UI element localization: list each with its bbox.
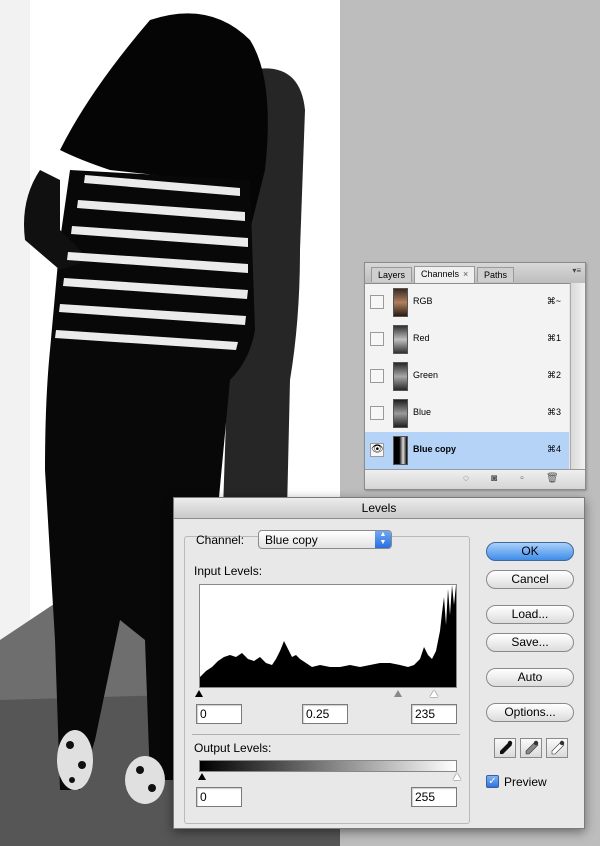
channel-shortcut: ⌘2: [546, 370, 561, 380]
dialog-title: Levels: [174, 498, 584, 519]
auto-button[interactable]: Auto: [486, 668, 574, 687]
gray-eyedropper-icon[interactable]: [520, 738, 542, 758]
channel-shortcut: ⌘4: [546, 444, 561, 454]
visibility-toggle[interactable]: [370, 369, 384, 383]
output-levels-label: Output Levels:: [194, 741, 272, 755]
options-button[interactable]: Options...: [486, 703, 574, 722]
output-white-field[interactable]: 255: [411, 787, 457, 807]
black-eyedropper-icon[interactable]: [494, 738, 516, 758]
levels-dialog: Levels Channel: Blue copy ▲ ▼ Input Level…: [173, 497, 585, 829]
channel-name: Green: [413, 370, 439, 380]
tab-channels[interactable]: Channels ×: [414, 266, 476, 283]
divider: [192, 734, 460, 735]
input-levels-label: Input Levels:: [194, 564, 263, 578]
channel-thumbnail: [393, 362, 408, 391]
panel-scrollbar[interactable]: [570, 283, 585, 470]
ok-button[interactable]: OK: [486, 542, 574, 561]
channel-name: Red: [413, 333, 430, 343]
channel-row-blue-copy[interactable]: 👁 Blue copy ⌘4: [365, 432, 569, 470]
tab-layers[interactable]: Layers: [371, 267, 413, 282]
channel-select-value: Blue copy: [265, 533, 318, 547]
channel-label: Channel:: [196, 533, 245, 547]
white-eyedropper-icon[interactable]: [546, 738, 568, 758]
input-gamma-field[interactable]: 0.25: [302, 704, 348, 724]
visibility-toggle[interactable]: [370, 295, 384, 309]
channel-row-rgb[interactable]: RGB ⌘~: [365, 284, 569, 322]
eye-icon[interactable]: 👁: [370, 443, 384, 457]
output-white-handle[interactable]: [453, 773, 461, 780]
preview-label: Preview: [504, 775, 547, 789]
trash-icon[interactable]: 🗑: [546, 473, 559, 485]
panel-menu-icon[interactable]: ▾≡: [572, 266, 581, 275]
tab-layers-label: Layers: [378, 270, 406, 280]
channel-row-green[interactable]: Green ⌘2: [365, 358, 569, 396]
channel-row-blue[interactable]: Blue ⌘3: [365, 395, 569, 433]
output-gradient-bar: [199, 760, 457, 772]
visibility-toggle[interactable]: [370, 406, 384, 420]
channel-name: RGB: [413, 296, 433, 306]
visibility-toggle[interactable]: [370, 332, 384, 346]
new-channel-icon[interactable]: ▫: [516, 473, 528, 485]
channel-thumbnail: [393, 436, 408, 465]
channel-thumbnail: [393, 288, 408, 317]
channel-name: Blue: [413, 407, 432, 417]
input-white-field[interactable]: 235: [411, 704, 457, 724]
output-black-handle[interactable]: [198, 773, 206, 780]
load-selection-icon[interactable]: ◌: [460, 473, 472, 485]
input-black-field[interactable]: 0: [196, 704, 242, 724]
save-button[interactable]: Save...: [486, 633, 574, 652]
channel-select[interactable]: Blue copy ▲ ▼: [258, 530, 392, 549]
channel-shortcut: ⌘3: [546, 407, 561, 417]
channel-thumbnail: [393, 325, 408, 354]
output-black-field[interactable]: 0: [196, 787, 242, 807]
panel-tab-bar: Layers Channels × Paths ▾≡: [365, 263, 585, 284]
tab-paths-label: Paths: [484, 270, 508, 280]
preview-checkbox[interactable]: ✓: [486, 775, 499, 788]
histogram: [199, 584, 457, 688]
channel-row-red[interactable]: Red ⌘1: [365, 321, 569, 359]
close-icon[interactable]: ×: [463, 269, 468, 279]
white-point-handle[interactable]: [430, 690, 438, 697]
black-point-handle[interactable]: [195, 690, 203, 697]
channel-shortcut: ⌘1: [546, 333, 561, 343]
updown-arrows-icon: ▲ ▼: [375, 531, 391, 548]
gamma-handle[interactable]: [394, 690, 402, 697]
panel-footer: ◌ ◙ ▫ 🗑: [365, 469, 585, 489]
save-selection-icon[interactable]: ◙: [488, 473, 500, 485]
channel-shortcut: ⌘~: [546, 296, 561, 306]
channels-panel: Layers Channels × Paths ▾≡ RGB ⌘~ Red ⌘1 …: [364, 262, 586, 490]
load-button[interactable]: Load...: [486, 605, 574, 624]
tab-channels-label: Channels: [421, 269, 460, 279]
channel-name: Blue copy: [413, 444, 457, 454]
tab-paths[interactable]: Paths: [477, 267, 515, 282]
channel-thumbnail: [393, 399, 408, 428]
cancel-button[interactable]: Cancel: [486, 570, 574, 589]
input-slider[interactable]: [195, 690, 457, 698]
